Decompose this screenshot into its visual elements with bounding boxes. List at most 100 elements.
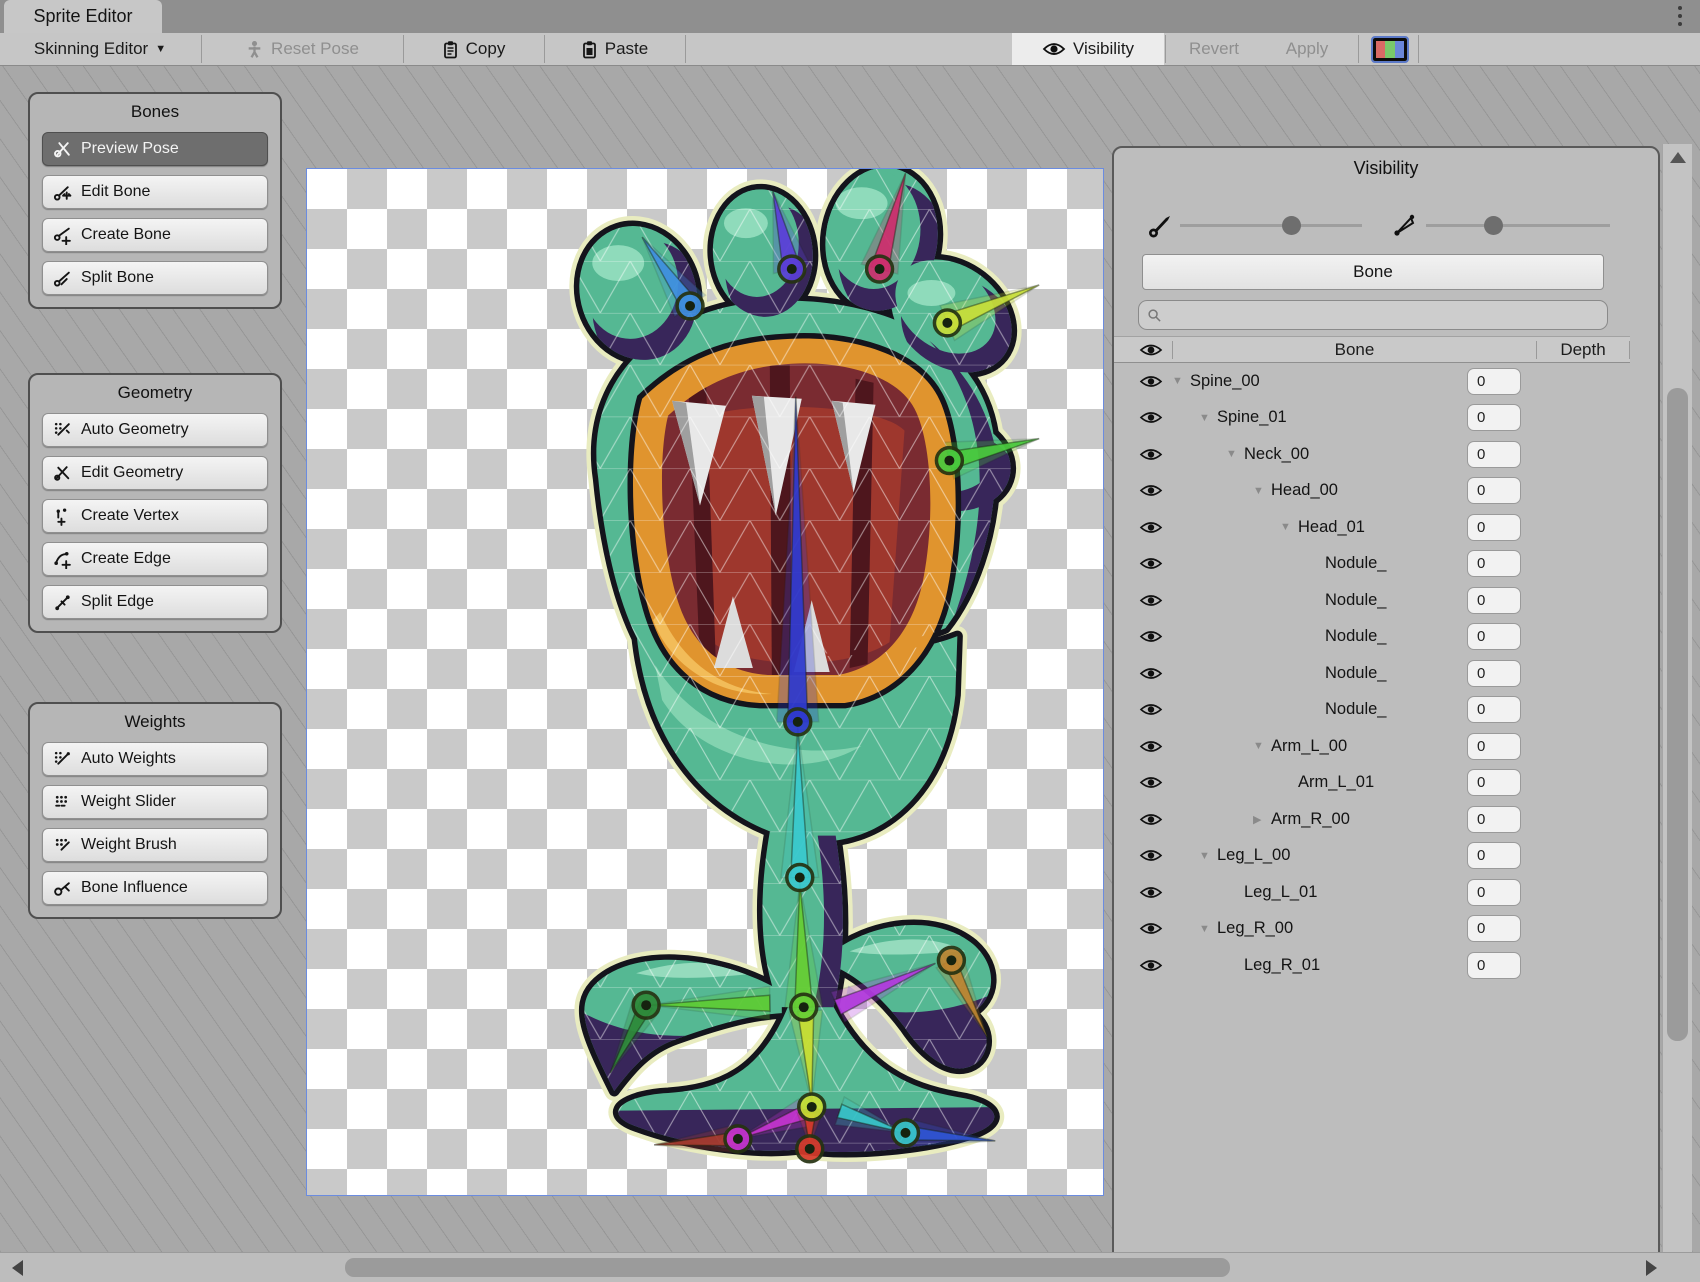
auto-geometry-button[interactable]: Auto Geometry	[42, 413, 268, 447]
reset-pose-button[interactable]: Reset Pose	[202, 33, 402, 65]
bone-row-spine_01[interactable]: ▼Spine_01	[1114, 400, 1630, 437]
rgb-channels-button[interactable]	[1366, 33, 1414, 65]
depth-input[interactable]	[1467, 660, 1521, 687]
bone-row-head_00[interactable]: ▼Head_00	[1114, 473, 1630, 510]
horizontal-scrollbar-thumb[interactable]	[345, 1258, 1230, 1277]
visibility-eye-icon[interactable]	[1138, 593, 1172, 608]
bone-row-nodule_[interactable]: Nodule_	[1114, 655, 1630, 692]
apply-button[interactable]: Apply	[1262, 33, 1352, 65]
depth-input[interactable]	[1467, 477, 1521, 504]
bone-row-nodule_[interactable]: Nodule_	[1114, 582, 1630, 619]
eye-column-header-icon[interactable]	[1138, 342, 1172, 358]
search-input[interactable]	[1168, 307, 1599, 324]
visibility-eye-icon[interactable]	[1138, 812, 1172, 827]
edit-geometry-button[interactable]: Edit Geometry	[42, 456, 268, 490]
visibility-eye-icon[interactable]	[1138, 629, 1172, 644]
depth-input[interactable]	[1467, 368, 1521, 395]
depth-input[interactable]	[1467, 733, 1521, 760]
visibility-eye-icon[interactable]	[1138, 410, 1172, 425]
scroll-up-icon[interactable]	[1670, 152, 1686, 163]
skinning-editor-dropdown[interactable]: Skinning Editor ▼	[0, 33, 200, 65]
scroll-left-icon[interactable]	[12, 1260, 23, 1276]
bone-row-leg_r_00[interactable]: ▼Leg_R_00	[1114, 911, 1630, 948]
bone-row-arm_l_01[interactable]: Arm_L_01	[1114, 765, 1630, 802]
depth-input[interactable]	[1467, 879, 1521, 906]
foldout-open-icon[interactable]: ▼	[1253, 740, 1271, 752]
foldout-open-icon[interactable]: ▼	[1226, 448, 1244, 460]
bone-row-arm_r_00[interactable]: ▶Arm_R_00	[1114, 801, 1630, 838]
visibility-eye-icon[interactable]	[1138, 958, 1172, 973]
mesh-opacity-slider-knob[interactable]	[1484, 216, 1503, 235]
depth-input[interactable]	[1467, 587, 1521, 614]
foldout-open-icon[interactable]: ▼	[1199, 923, 1217, 935]
bone-row-nodule_[interactable]: Nodule_	[1114, 546, 1630, 583]
visibility-eye-icon[interactable]	[1138, 921, 1172, 936]
foldout-open-icon[interactable]: ▼	[1253, 485, 1271, 497]
weight-brush-button[interactable]: Weight Brush	[42, 828, 268, 862]
foldout-open-icon[interactable]: ▼	[1280, 521, 1298, 533]
visibility-eye-icon[interactable]	[1138, 374, 1172, 389]
vertical-scrollbar-thumb[interactable]	[1667, 388, 1688, 1041]
bone-row-arm_l_00[interactable]: ▼Arm_L_00	[1114, 728, 1630, 765]
depth-input[interactable]	[1467, 404, 1521, 431]
visibility-eye-icon[interactable]	[1138, 483, 1172, 498]
sprite-canvas[interactable]	[306, 168, 1104, 1196]
depth-input[interactable]	[1467, 915, 1521, 942]
bone-row-leg_r_01[interactable]: Leg_R_01	[1114, 947, 1630, 984]
bone-row-neck_00[interactable]: ▼Neck_00	[1114, 436, 1630, 473]
visibility-eye-icon[interactable]	[1138, 556, 1172, 571]
depth-input[interactable]	[1467, 696, 1521, 723]
horizontal-scrollbar[interactable]	[0, 1252, 1700, 1282]
visibility-eye-icon[interactable]	[1138, 447, 1172, 462]
mesh-opacity-slider-track[interactable]	[1426, 224, 1610, 227]
foldout-open-icon[interactable]: ▼	[1199, 412, 1217, 424]
copy-button[interactable]: Copy	[404, 33, 543, 65]
bone-column-header[interactable]: Bone	[1173, 340, 1536, 360]
bone-opacity-slider-track[interactable]	[1180, 224, 1362, 227]
depth-input[interactable]	[1467, 441, 1521, 468]
visibility-toggle-button[interactable]: Visibility	[1012, 33, 1164, 65]
bone-row-nodule_[interactable]: Nodule_	[1114, 619, 1630, 656]
bone-influence-button[interactable]: Bone Influence	[42, 871, 268, 905]
depth-input[interactable]	[1467, 806, 1521, 833]
visibility-eye-icon[interactable]	[1138, 885, 1172, 900]
edit-bone-button[interactable]: Edit Bone	[42, 175, 268, 209]
depth-input[interactable]	[1467, 952, 1521, 979]
vertical-scrollbar[interactable]	[1662, 144, 1692, 1282]
create-edge-button[interactable]: Create Edge	[42, 542, 268, 576]
bone-row-leg_l_00[interactable]: ▼Leg_L_00	[1114, 838, 1630, 875]
foldout-open-icon[interactable]: ▼	[1199, 850, 1217, 862]
split-edge-button[interactable]: Split Edge	[42, 585, 268, 619]
foldout-collapsed-icon[interactable]: ▶	[1253, 813, 1271, 826]
split-bone-button[interactable]: Split Bone	[42, 261, 268, 295]
visibility-eye-icon[interactable]	[1138, 848, 1172, 863]
revert-button[interactable]: Revert	[1168, 33, 1260, 65]
create-bone-button[interactable]: Create Bone	[42, 218, 268, 252]
visibility-eye-icon[interactable]	[1138, 702, 1172, 717]
bone-row-leg_l_01[interactable]: Leg_L_01	[1114, 874, 1630, 911]
create-vertex-button[interactable]: Create Vertex	[42, 499, 268, 533]
visibility-eye-icon[interactable]	[1138, 520, 1172, 535]
bone-row-nodule_[interactable]: Nodule_	[1114, 692, 1630, 729]
visibility-eye-icon[interactable]	[1138, 666, 1172, 681]
bone-row-spine_00[interactable]: ▼Spine_00	[1114, 363, 1630, 400]
paste-button[interactable]: Paste	[545, 33, 684, 65]
kebab-menu-icon[interactable]	[1678, 6, 1682, 26]
preview-pose-button[interactable]: Preview Pose	[42, 132, 268, 166]
bone-opacity-slider-knob[interactable]	[1282, 216, 1301, 235]
tab-bone[interactable]: Bone	[1142, 254, 1604, 290]
depth-column-header[interactable]: Depth	[1537, 340, 1629, 360]
weight-slider-button[interactable]: Weight Slider	[42, 785, 268, 819]
depth-input[interactable]	[1467, 550, 1521, 577]
depth-input[interactable]	[1467, 842, 1521, 869]
scroll-right-icon[interactable]	[1646, 1260, 1657, 1276]
visibility-eye-icon[interactable]	[1138, 739, 1172, 754]
depth-input[interactable]	[1467, 623, 1521, 650]
tab-sprite-editor[interactable]: Sprite Editor	[4, 0, 162, 33]
bone-search-field[interactable]	[1138, 300, 1608, 330]
depth-input[interactable]	[1467, 769, 1521, 796]
bone-row-head_01[interactable]: ▼Head_01	[1114, 509, 1630, 546]
depth-input[interactable]	[1467, 514, 1521, 541]
visibility-eye-icon[interactable]	[1138, 775, 1172, 790]
auto-weights-button[interactable]: Auto Weights	[42, 742, 268, 776]
